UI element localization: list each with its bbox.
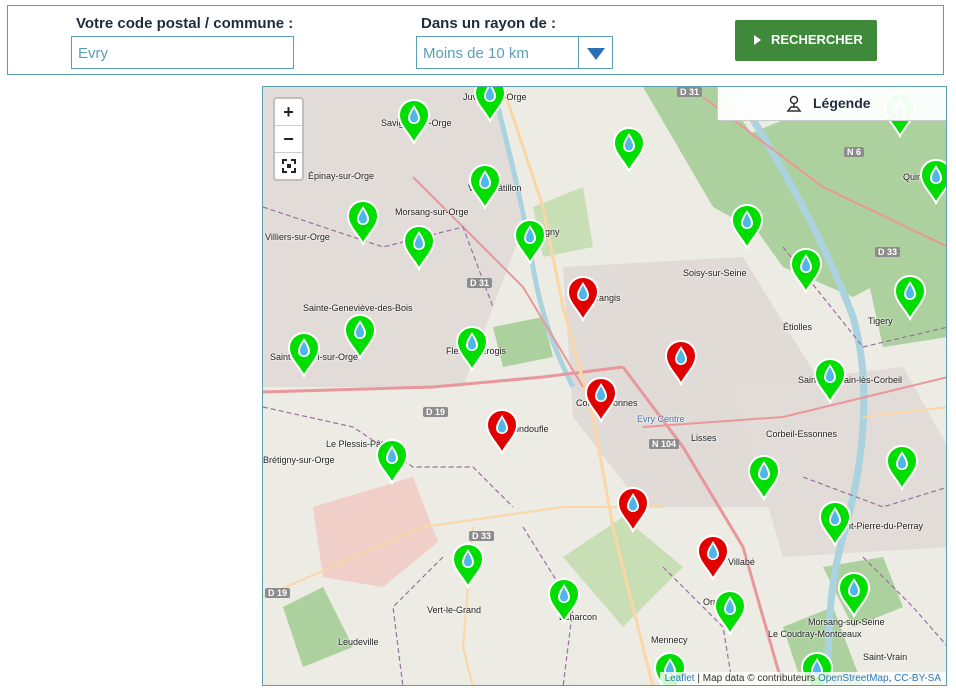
legend-toggle[interactable]: Légende [717, 87, 946, 121]
radius-select-value: Moins de 10 km [423, 45, 529, 62]
town-label: Corbeil-Essonnes [766, 429, 838, 439]
town-label: Saint-Vrain [863, 652, 908, 662]
road-label: N 104 [649, 439, 680, 449]
road-label: D 33 [469, 531, 495, 541]
legend-label: Légende [813, 95, 871, 111]
water-station-marker[interactable] [513, 219, 547, 265]
water-station-marker[interactable] [468, 164, 502, 210]
water-station-marker[interactable] [451, 543, 485, 589]
postal-input[interactable]: Evry [71, 36, 294, 69]
leaflet-link[interactable]: Leaflet [665, 673, 695, 684]
town-label: Mennecy [651, 635, 688, 645]
town-label: Evry Centre [637, 414, 685, 424]
town-label: Leudeville [338, 637, 379, 647]
town-label: Villabé [728, 557, 755, 567]
play-icon [754, 35, 761, 45]
license-link[interactable]: CC-BY-SA [894, 673, 941, 684]
zoom-out-button[interactable]: − [275, 126, 302, 153]
road-label: D 31 [467, 278, 493, 288]
water-station-marker[interactable] [566, 276, 600, 322]
town-label: Étiolles [783, 322, 813, 332]
town-label: Sainte-Geneviève-des-Bois [303, 303, 413, 313]
water-station-marker[interactable] [473, 86, 507, 123]
town-label: Épinay-sur-Orge [308, 171, 375, 181]
water-station-marker[interactable] [287, 332, 321, 378]
road-label: D 19 [265, 588, 291, 598]
town-label: Villiers-sur-Orge [265, 232, 330, 242]
pin-icon [786, 95, 802, 112]
search-button-label: RECHERCHER [771, 32, 863, 47]
water-station-marker[interactable] [713, 590, 747, 636]
water-station-marker[interactable] [584, 377, 618, 423]
postal-label: Votre code postal / commune : [76, 15, 294, 32]
radius-label: Dans un rayon de : [421, 15, 557, 32]
chevron-down-icon[interactable] [578, 37, 612, 68]
town-label: Morsang-sur-Orge [395, 207, 469, 217]
attribution-text: | Map data © contributeurs [694, 673, 818, 684]
water-station-marker[interactable] [343, 314, 377, 360]
osm-link[interactable]: OpenStreetMap [818, 673, 889, 684]
water-station-marker[interactable] [837, 572, 871, 618]
water-station-marker[interactable] [397, 99, 431, 145]
water-station-marker[interactable] [885, 445, 919, 491]
road-label: D 31 [677, 87, 703, 97]
water-station-marker[interactable] [893, 275, 927, 321]
water-station-marker[interactable] [402, 225, 436, 271]
town-label: Morsang-sur-Seine [808, 617, 885, 627]
town-label: Le Coudray-Montceaux [768, 629, 862, 639]
fullscreen-icon [281, 159, 296, 173]
water-station-marker[interactable] [813, 358, 847, 404]
water-station-marker[interactable] [616, 487, 650, 533]
radius-select[interactable]: Moins de 10 km [416, 36, 613, 69]
water-station-marker[interactable] [455, 326, 489, 372]
zoom-in-button[interactable]: + [275, 99, 302, 126]
water-station-marker[interactable] [346, 200, 380, 246]
zoom-control: + − [273, 97, 304, 181]
town-label: Lisses [691, 433, 717, 443]
road-label: D 19 [423, 407, 449, 417]
water-station-marker[interactable] [375, 439, 409, 485]
fullscreen-button[interactable] [275, 153, 302, 179]
water-station-marker[interactable] [818, 501, 852, 547]
town-label: Vert-le-Grand [427, 605, 482, 615]
water-station-marker[interactable] [547, 578, 581, 624]
water-station-marker[interactable] [919, 159, 947, 205]
water-station-marker[interactable] [612, 127, 646, 173]
water-station-marker[interactable] [789, 248, 823, 294]
search-button[interactable]: RECHERCHER [735, 20, 877, 61]
water-station-marker[interactable] [747, 455, 781, 501]
road-label: D 33 [875, 247, 901, 257]
town-label: Tigery [868, 316, 893, 326]
map[interactable]: Juvisy-sur-Orge Savigny-sur-Orge Épinay-… [262, 86, 947, 686]
town-label: Soisy-sur-Seine [683, 268, 747, 278]
water-station-marker[interactable] [696, 535, 730, 581]
water-station-marker[interactable] [485, 409, 519, 455]
town-label: Brétigny-sur-Orge [263, 455, 335, 465]
water-station-marker[interactable] [664, 340, 698, 386]
water-station-marker[interactable] [730, 204, 764, 250]
map-attribution: Leaflet | Map data © contributeurs OpenS… [659, 672, 946, 685]
road-label: N 6 [844, 147, 865, 157]
